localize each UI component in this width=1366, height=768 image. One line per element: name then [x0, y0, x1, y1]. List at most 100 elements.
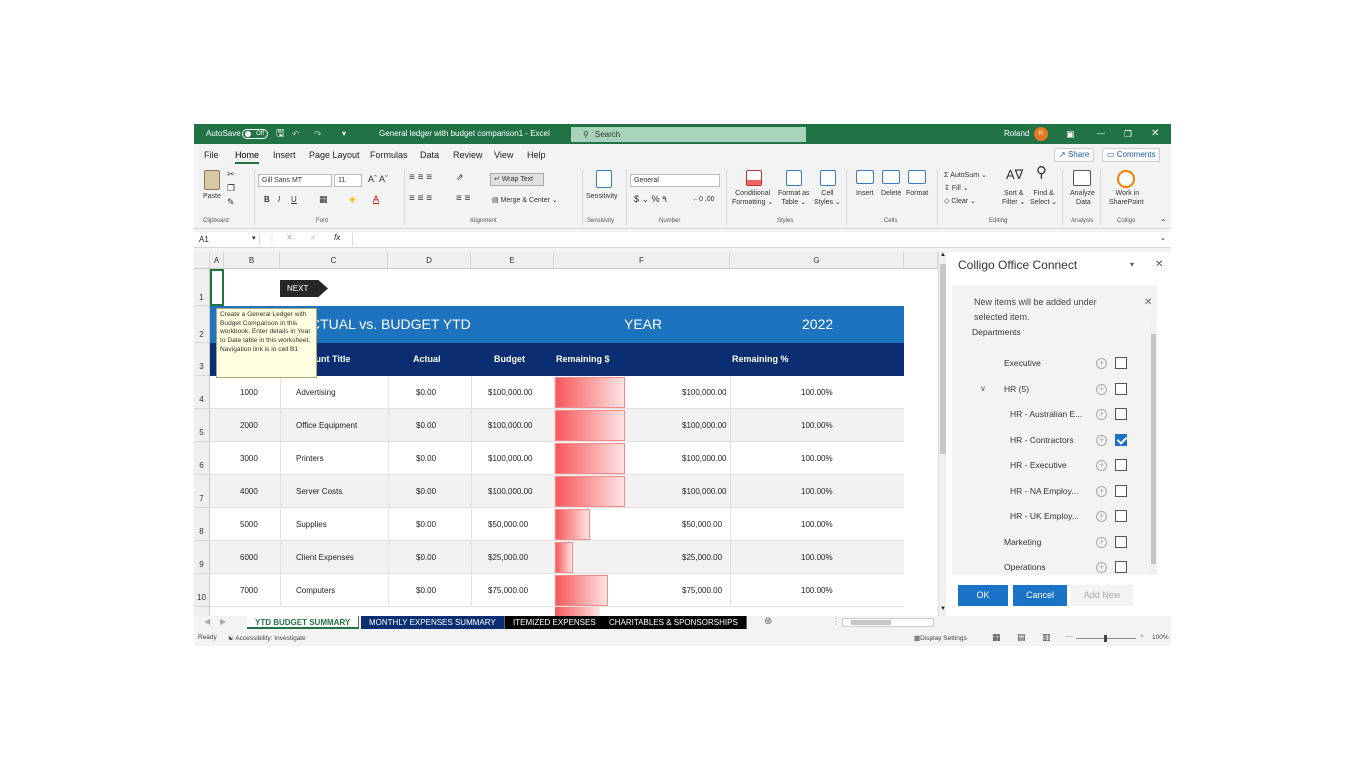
add-sheet-icon[interactable]: ⊕ — [764, 616, 772, 627]
actual-value[interactable]: $0.00 — [416, 475, 436, 508]
account-title[interactable]: Office Equipment — [296, 409, 357, 442]
add-child-icon[interactable]: + — [1096, 485, 1107, 497]
account-number[interactable]: 3000 — [240, 442, 258, 475]
sensitivity-icon[interactable] — [596, 170, 612, 188]
indent-icon[interactable]: ≡ ≡ — [456, 194, 470, 204]
department-checkbox[interactable] — [1115, 382, 1127, 395]
sheet-tab-monthly[interactable]: MONTHLY EXPENSES SUMMARY — [361, 616, 505, 629]
name-box-dropdown-icon[interactable]: ▾ — [252, 234, 256, 242]
column-header[interactable]: C — [280, 252, 388, 269]
tab-formulas[interactable]: Formulas — [370, 150, 408, 160]
add-child-icon[interactable]: + — [1096, 434, 1107, 446]
account-number[interactable]: 4000 — [240, 475, 258, 508]
column-header[interactable]: D — [388, 252, 471, 269]
account-title[interactable]: Server Costs — [296, 475, 342, 508]
tab-home[interactable]: Home — [235, 150, 260, 164]
department-checkbox[interactable] — [1115, 561, 1127, 573]
colligo-icon[interactable] — [1117, 170, 1135, 188]
orientation-icon[interactable]: ⇗ — [456, 173, 464, 182]
remaining-value[interactable]: $100,000.00 — [682, 376, 727, 409]
clear-button[interactable]: ◇ Clear ⌄ — [944, 197, 976, 206]
row-header[interactable]: 3 — [194, 343, 210, 376]
next-button[interactable]: NEXT — [280, 280, 328, 297]
remaining-value[interactable]: $25,000.00 — [682, 541, 722, 574]
currency-icon[interactable]: $ ⌄ % ٩ — [634, 195, 667, 204]
tab-data[interactable]: Data — [420, 150, 439, 160]
row-header[interactable]: 8 — [194, 508, 210, 541]
remaining-pct-value[interactable]: 100.00% — [801, 442, 833, 475]
pane-options-icon[interactable]: ▾ — [1130, 260, 1134, 269]
budget-value[interactable]: $100,000.00 — [488, 475, 533, 508]
remaining-value[interactable]: $100,000.00 — [682, 409, 727, 442]
pane-close-icon[interactable]: ✕ — [1155, 259, 1163, 270]
tabs-splitter-icon[interactable]: ⋮ — [832, 617, 840, 626]
department-item[interactable]: HR - Executive — [1010, 453, 1067, 478]
select-all-corner[interactable] — [194, 252, 210, 269]
budget-value[interactable]: $100,000.00 — [488, 376, 533, 409]
confirm-entry-icon[interactable]: ✓ — [310, 233, 317, 242]
grow-font-icon[interactable]: Aˆ Aˇ — [368, 175, 388, 184]
wrap-text-button[interactable]: ↵ Wrap Text — [490, 173, 544, 186]
format-painter-icon[interactable]: ✎ — [227, 198, 235, 207]
remaining-value[interactable]: $100,000.00 — [682, 442, 727, 475]
add-child-icon[interactable]: + — [1096, 358, 1107, 369]
tab-review[interactable]: Review — [453, 150, 483, 160]
account-title[interactable]: Computers — [296, 574, 335, 607]
department-item[interactable]: HR - NA Employ... — [1010, 479, 1078, 504]
restore-icon[interactable]: ❐ — [1124, 124, 1132, 144]
horizontal-scrollbar[interactable] — [842, 618, 934, 627]
search-box[interactable]: ⚲ Search — [571, 127, 806, 142]
avatar[interactable]: R — [1034, 124, 1048, 144]
page-break-view-icon[interactable]: ▥ — [1042, 632, 1051, 643]
format-button[interactable]: Format — [906, 189, 928, 198]
budget-value[interactable]: $100,000.00 — [488, 442, 533, 475]
copy-icon[interactable]: ❐ — [227, 184, 235, 193]
account-title[interactable]: Printers — [296, 442, 324, 475]
zoom-out-icon[interactable]: — — [1066, 633, 1073, 640]
column-header[interactable]: G — [730, 252, 904, 269]
font-name-select[interactable]: Gill Sans MT — [258, 174, 332, 187]
department-item[interactable]: HR - UK Employ... — [1010, 504, 1079, 529]
add-child-icon[interactable]: + — [1096, 536, 1107, 548]
merge-center-button[interactable]: ▤ Merge & Center ⌄ — [492, 196, 558, 205]
find-select-icon[interactable]: ⚲ — [1036, 165, 1047, 180]
remaining-pct-value[interactable]: 100.00% — [801, 541, 833, 574]
tab-scroll-right-icon[interactable]: ▶ — [220, 617, 226, 626]
row-header[interactable]: 5 — [194, 409, 210, 442]
underline-icon[interactable]: U — [291, 195, 297, 204]
user-name[interactable]: Roland — [1004, 124, 1029, 144]
row-header[interactable]: 9 — [194, 541, 210, 574]
tab-page-layout[interactable]: Page Layout — [309, 150, 360, 160]
row-header[interactable]: 7 — [194, 475, 210, 508]
tab-scroll-left-icon[interactable]: ◀ — [204, 617, 210, 626]
budget-value[interactable]: $50,000.00 — [488, 508, 528, 541]
font-size-select[interactable]: 11 — [334, 174, 362, 187]
actual-value[interactable]: $0.00 — [416, 541, 436, 574]
department-checkbox[interactable] — [1115, 408, 1127, 420]
page-layout-view-icon[interactable]: ▤ — [1017, 632, 1026, 643]
account-number[interactable]: 6000 — [240, 541, 258, 574]
zoom-level[interactable]: 100% — [1152, 634, 1169, 641]
formula-input[interactable] — [352, 233, 1164, 246]
row-header[interactable]: 10 — [194, 574, 210, 607]
account-title[interactable]: Supplies — [296, 508, 327, 541]
bold-icon[interactable]: B — [264, 195, 270, 204]
share-button[interactable]: ↗ Share — [1054, 148, 1095, 162]
account-number[interactable]: 7000 — [240, 574, 258, 607]
save-icon[interactable]: 🖫 — [276, 124, 285, 144]
pane-scroll-thumb[interactable] — [1151, 334, 1156, 564]
analyze-data-icon[interactable] — [1073, 170, 1091, 186]
sheet-tab-itemized[interactable]: ITEMIZED EXPENSES — [505, 616, 605, 629]
budget-value[interactable]: $25,000.00 — [488, 541, 528, 574]
insert-function-icon[interactable]: fx — [334, 233, 340, 242]
h-scroll-thumb[interactable] — [851, 620, 891, 625]
name-box[interactable]: A1 — [196, 233, 260, 246]
fill-button[interactable]: ↧ Fill ⌄ — [944, 184, 969, 193]
actual-value[interactable]: $0.00 — [416, 376, 436, 409]
pane-scrollbar[interactable] — [1150, 324, 1157, 574]
normal-view-icon[interactable]: ▦ — [992, 632, 1001, 643]
remaining-value[interactable]: $100,000.00 — [682, 475, 727, 508]
remaining-value[interactable]: $50,000.00 — [682, 508, 722, 541]
zoom-slider-thumb[interactable] — [1104, 635, 1107, 642]
delete-button[interactable]: Delete — [881, 189, 901, 198]
